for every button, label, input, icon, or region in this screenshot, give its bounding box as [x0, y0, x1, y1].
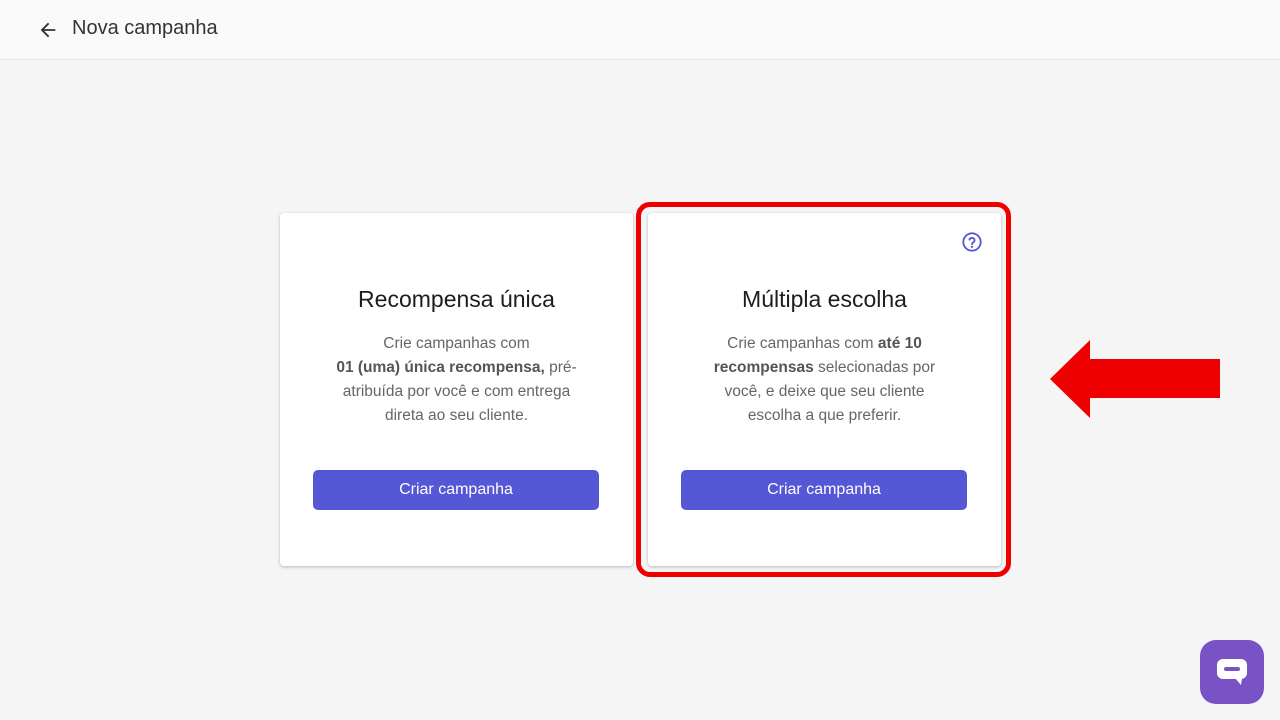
card-desc-bold: 01 (uma) única recompensa,	[336, 359, 545, 376]
create-campaign-button[interactable]: Criar campanha	[681, 470, 967, 510]
card-title: Múltipla escolha	[742, 286, 907, 312]
help-circle-icon[interactable]	[961, 231, 983, 253]
card-desc-text: Crie campanhas com	[727, 335, 878, 352]
page-title: Nova campanha	[72, 17, 218, 39]
card-title: Recompensa única	[358, 286, 555, 312]
card-description: Crie campanhas com até 10 recompensas se…	[698, 332, 951, 428]
arrow-left-pointer-icon	[1050, 340, 1220, 418]
chat-bubble-icon	[1217, 659, 1247, 685]
top-bar: Nova campanha	[0, 0, 1280, 60]
create-campaign-button[interactable]: Criar campanha	[313, 470, 599, 510]
card-recompensa-unica: Recompensa única Crie campanhas com 01 (…	[280, 213, 633, 566]
card-multipla-escolha: Múltipla escolha Crie campanhas com até …	[648, 213, 1001, 566]
card-description: Crie campanhas com 01 (uma) única recomp…	[330, 332, 583, 428]
chat-button[interactable]	[1200, 640, 1264, 704]
arrow-left-icon	[40, 22, 56, 38]
card-desc-text: Crie campanhas com	[383, 335, 530, 352]
back-button[interactable]	[34, 16, 62, 44]
